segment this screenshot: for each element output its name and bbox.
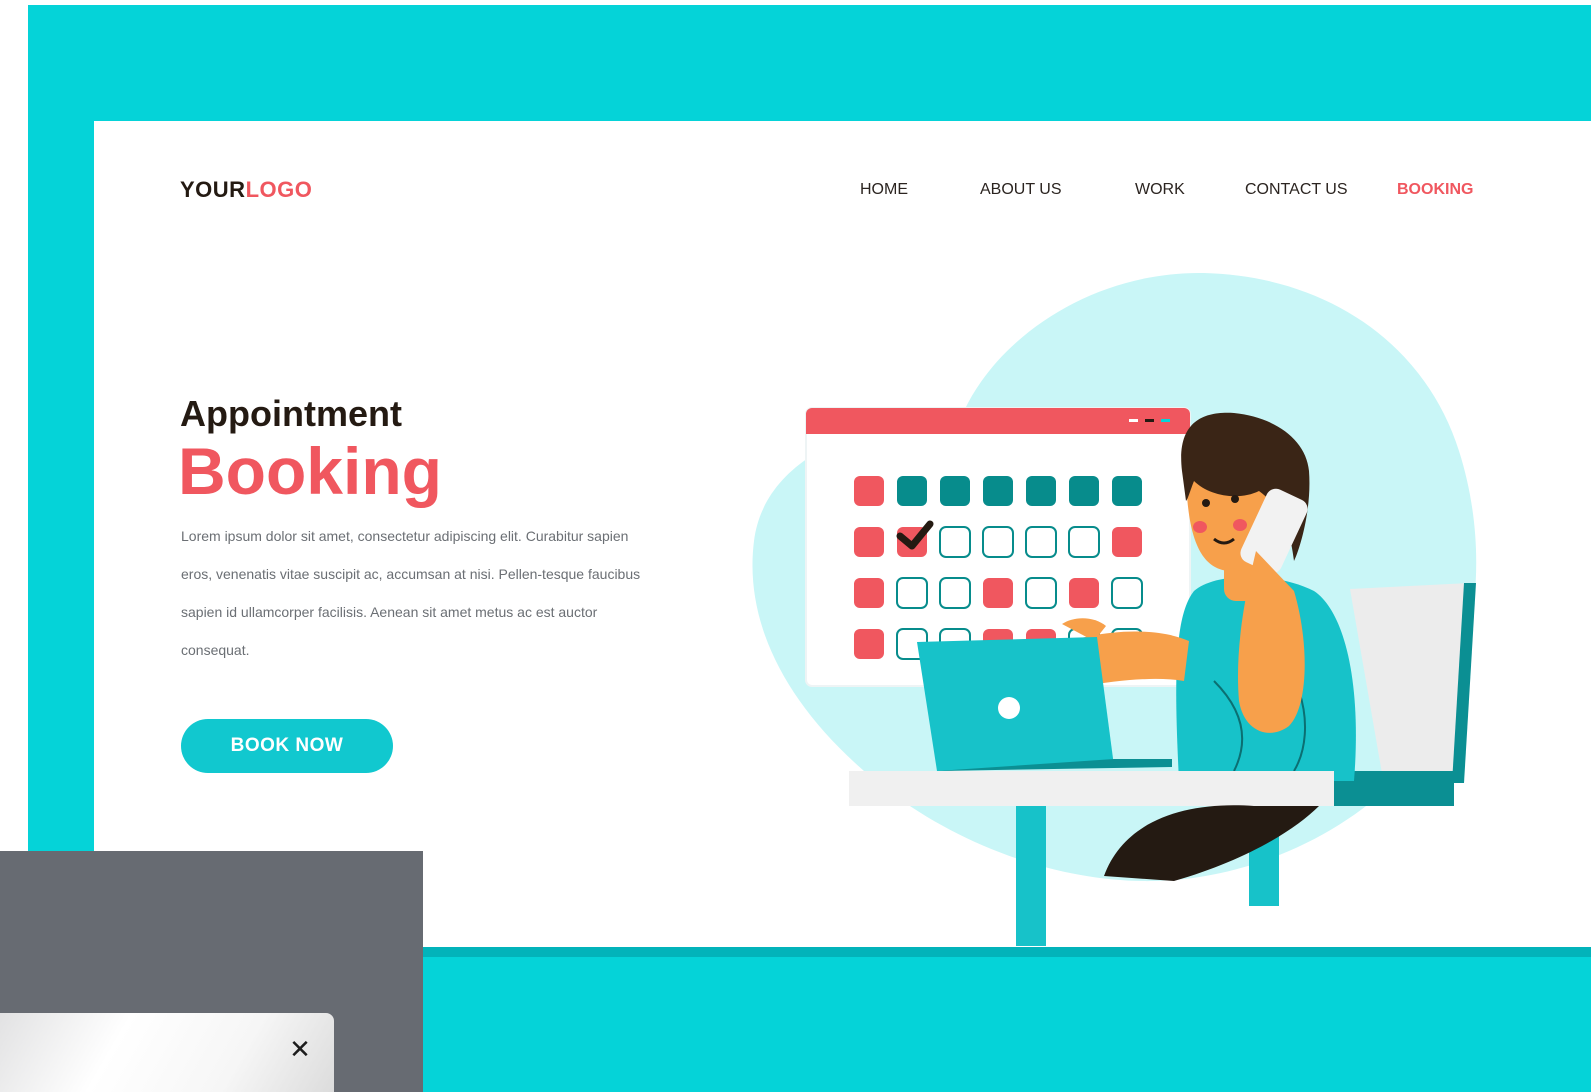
overlay-panel: ✕ [0,851,423,1092]
booking-illustration [752,272,1477,946]
popup-dialog: ✕ [0,1013,334,1092]
close-icon[interactable]: ✕ [286,1035,314,1063]
landing-card: YOURLOGO HOME ABOUT US WORK CONTACT US B… [94,121,1591,947]
